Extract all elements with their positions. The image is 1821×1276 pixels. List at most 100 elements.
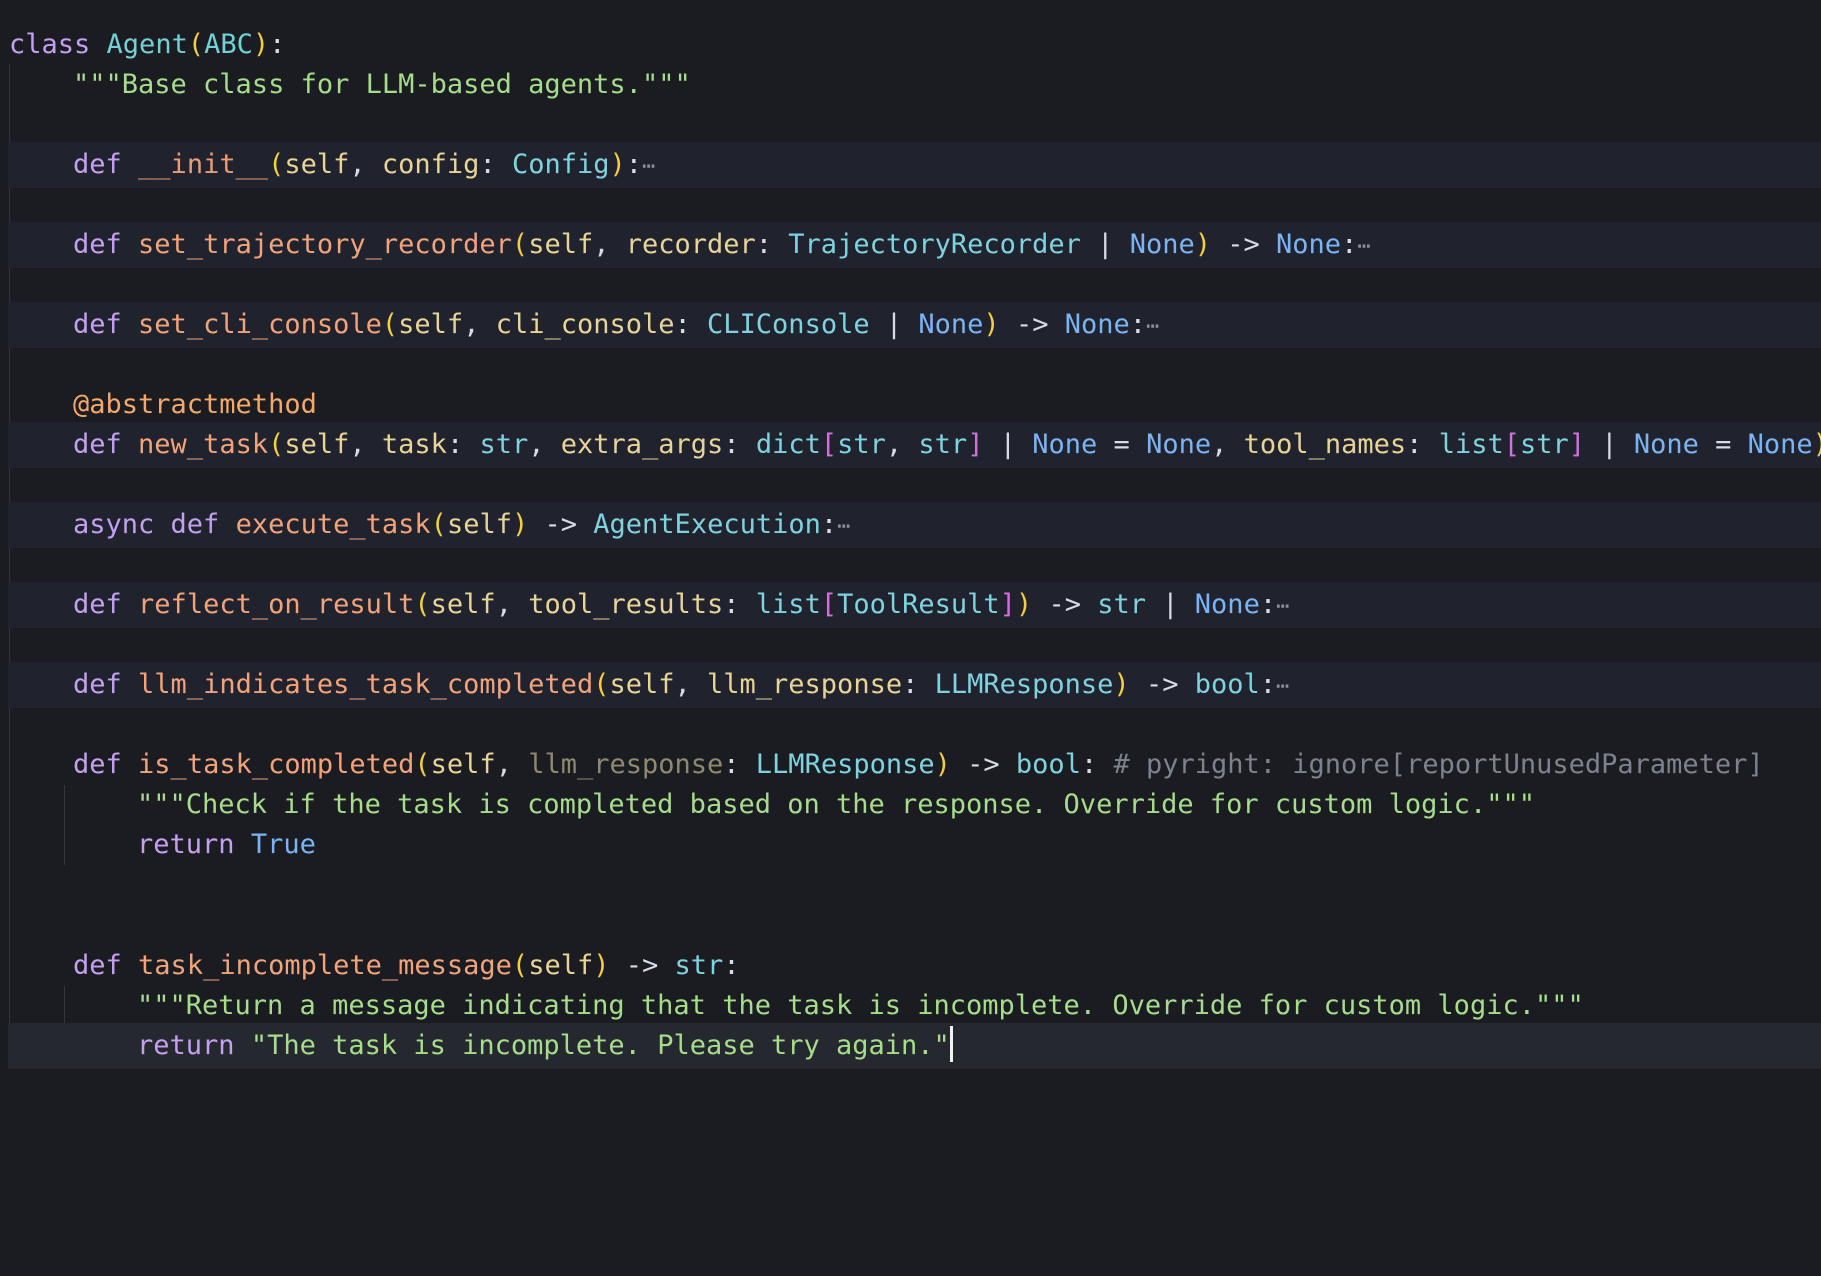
type-tool-result: ToolResult	[837, 589, 1000, 620]
return-arrow: ->	[1227, 229, 1260, 260]
type-llm-response: LLMResponse	[934, 669, 1114, 700]
fold-ellipsis-icon[interactable]: ⋯	[1276, 594, 1290, 619]
keyword-def: def	[73, 229, 122, 260]
type-dict: dict	[755, 429, 821, 460]
code-line-init[interactable]: def __init__(self, config: Config):⋯	[8, 142, 1821, 188]
type-list: list	[1438, 429, 1504, 460]
code-line-execute-task[interactable]: async def execute_task(self) -> AgentExe…	[8, 502, 1821, 548]
param-self: self	[430, 749, 496, 780]
param-self: self	[446, 509, 512, 540]
type-llm-response: LLMResponse	[755, 749, 935, 780]
keyword-return: return	[137, 1030, 235, 1061]
keyword-async: async	[73, 509, 155, 540]
return-arrow: ->	[625, 950, 659, 981]
type-str: str	[918, 429, 968, 460]
param-self: self	[609, 669, 675, 700]
param-llm-response: llm_response	[707, 669, 903, 700]
return-arrow: ->	[544, 509, 578, 540]
none-literal: None	[1194, 589, 1260, 620]
param-cli-console: cli_console	[495, 309, 675, 340]
keyword-def: def	[73, 149, 122, 180]
function-name: new_task	[138, 429, 269, 460]
indent-guide	[9, 64, 10, 1064]
return-arrow: ->	[967, 749, 1000, 780]
fold-ellipsis-icon[interactable]: ⋯	[1276, 674, 1290, 699]
decorator: @abstractmethod	[73, 389, 317, 420]
fold-ellipsis-icon[interactable]: ⋯	[1146, 314, 1160, 339]
keyword-def: def	[73, 669, 122, 700]
keyword-return: return	[137, 829, 235, 860]
none-literal: None	[918, 309, 984, 340]
fold-ellipsis-icon[interactable]: ⋯	[1357, 234, 1371, 259]
class-name: Agent	[106, 29, 188, 60]
bool-literal: True	[250, 829, 316, 860]
code-line-return-true[interactable]: return True	[8, 822, 1821, 868]
return-arrow: ->	[1015, 309, 1049, 340]
return-type: str	[674, 950, 724, 981]
docstring: """Check if the task is completed based …	[137, 789, 1535, 820]
param-extra-args: extra_args	[560, 429, 724, 460]
code-line-class-docstring[interactable]: """Base class for LLM-based agents."""	[8, 62, 1821, 108]
fold-ellipsis-icon[interactable]: ⋯	[837, 514, 851, 539]
fold-ellipsis-icon[interactable]: ⋯	[642, 154, 656, 179]
keyword-def: def	[73, 950, 122, 981]
param-self: self	[284, 429, 350, 460]
keyword-class: class	[9, 29, 91, 60]
docstring: """Base class for LLM-based agents."""	[73, 69, 691, 100]
return-type: bool	[1194, 669, 1260, 700]
return-arrow: ->	[1048, 589, 1081, 620]
type-str: str	[479, 429, 529, 460]
pyright-comment: # pyright: ignore[reportUnusedParameter]	[1113, 749, 1764, 780]
param-recorder: recorder	[625, 229, 756, 260]
param-tool-names: tool_names	[1243, 429, 1407, 460]
none-literal: None	[1633, 429, 1699, 460]
param-tool-results: tool_results	[528, 589, 724, 620]
none-literal: None	[1129, 229, 1195, 260]
function-name: reflect_on_result	[138, 589, 415, 620]
param-llm-response-unused: llm_response	[528, 749, 724, 780]
code-line-reflect-on-result[interactable]: def reflect_on_result(self, tool_results…	[8, 582, 1821, 628]
type-str: str	[837, 429, 886, 460]
code-line-new-task[interactable]: def new_task(self, task: str, extra_args…	[8, 422, 1821, 468]
return-type: None	[1276, 229, 1342, 260]
function-name: llm_indicates_task_completed	[138, 669, 594, 700]
base-class: ABC	[204, 29, 253, 60]
docstring: """Return a message indicating that the …	[137, 990, 1584, 1021]
return-type: bool	[1015, 749, 1081, 780]
text-cursor	[949, 1025, 953, 1062]
none-literal: None	[1747, 429, 1813, 460]
type-config: Config	[511, 149, 610, 180]
keyword-def: def	[73, 749, 122, 780]
string-literal: "The task is incomplete. Please try agai…	[250, 1030, 950, 1061]
function-name: __init__	[138, 149, 269, 180]
code-line-set-cli-console[interactable]: def set_cli_console(self, cli_console: C…	[8, 302, 1821, 348]
return-type: AgentExecution	[593, 509, 821, 540]
type-str: str	[1519, 429, 1569, 460]
keyword-def: def	[73, 589, 122, 620]
code-line-return-message[interactable]: return "The task is incomplete. Please t…	[8, 1023, 1821, 1069]
function-name: set_trajectory_recorder	[138, 229, 512, 260]
type-list: list	[755, 589, 821, 620]
none-literal: None	[1146, 429, 1212, 460]
type-cli-console: CLIConsole	[707, 309, 870, 340]
return-arrow: ->	[1145, 669, 1179, 700]
type-trajectory-recorder: TrajectoryRecorder	[788, 229, 1081, 260]
param-self: self	[430, 589, 496, 620]
param-task: task	[381, 429, 447, 460]
code-line-llm-indicates-task-completed[interactable]: def llm_indicates_task_completed(self, l…	[8, 662, 1821, 708]
param-self: self	[528, 950, 594, 981]
param-self: self	[398, 309, 464, 340]
function-name: task_incomplete_message	[138, 950, 512, 981]
return-type: None	[1064, 309, 1130, 340]
function-name: set_cli_console	[138, 309, 382, 340]
none-literal: None	[1032, 429, 1098, 460]
param-self: self	[284, 149, 350, 180]
return-type: str	[1097, 589, 1147, 620]
code-line-set-trajectory-recorder[interactable]: def set_trajectory_recorder(self, record…	[8, 222, 1821, 268]
keyword-def: def	[170, 509, 220, 540]
param-config: config	[381, 149, 480, 180]
param-self: self	[528, 229, 594, 260]
code-editor[interactable]: class Agent(ABC): """Base class for LLM-…	[0, 0, 1821, 1276]
function-name: execute_task	[235, 509, 431, 540]
function-name: is_task_completed	[138, 749, 415, 780]
